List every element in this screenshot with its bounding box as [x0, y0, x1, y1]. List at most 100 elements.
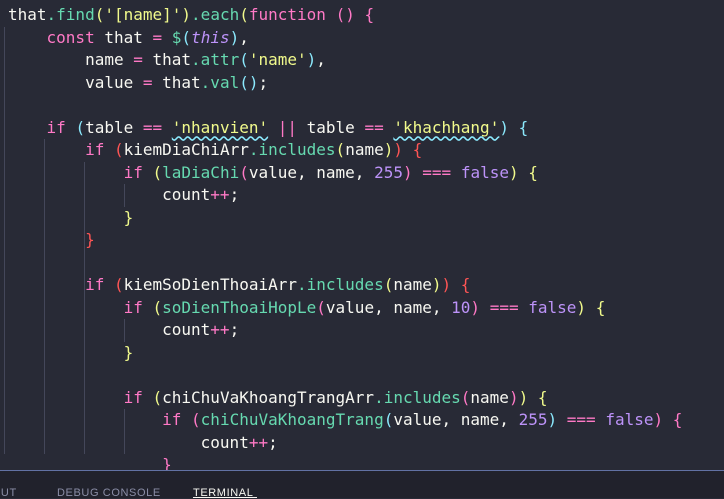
code-token: chiChuVaKhoangTrang: [200, 410, 384, 429]
code-token: (: [75, 117, 86, 137]
code-token: if: [46, 117, 66, 137]
code-token: (: [460, 387, 471, 407]
code-token: 'name': [248, 50, 307, 69]
code-token: =: [152, 27, 163, 47]
code-token: ): [181, 5, 192, 24]
bottom-panel: PUT DEBUG CONSOLE TERMINAL: [0, 470, 724, 499]
code-line: const that = $(this),: [8, 27, 249, 49]
active-tab-indicator: [193, 497, 257, 498]
tab-debug-console[interactable]: DEBUG CONSOLE: [57, 487, 161, 499]
code-line: if (chiChuVaKhoangTrangArr.includes(name…: [8, 387, 548, 409]
code-token: (: [316, 297, 326, 317]
code-token: ): [441, 275, 452, 294]
code-token: ): [470, 297, 481, 317]
code-token: chiChuVaKhoangTrangArr: [162, 387, 375, 407]
code-token: (: [335, 5, 346, 24]
code-token: value: [8, 72, 143, 92]
code-line: if (kiemSoDienThoaiArr.includes(name)) {: [8, 274, 470, 296]
code-token: (: [191, 410, 201, 429]
code-token: .includes: [248, 140, 336, 159]
code-token: }: [162, 455, 172, 470]
code-token: '[name]': [104, 5, 182, 24]
code-token: 255: [374, 162, 403, 182]
code-token: ): [431, 275, 442, 294]
code-token: that: [142, 50, 192, 69]
code-token: .includes: [374, 387, 461, 407]
code-token: ++: [248, 432, 269, 452]
code-line: if (laDiaChi(value, name, 255) === false…: [8, 162, 538, 184]
code-token: (: [383, 410, 394, 429]
code-token: }: [123, 342, 134, 362]
code-line: if (table == 'nhanvien' || table == 'kha…: [8, 117, 529, 139]
code-line: }: [8, 207, 134, 229]
indent-guide: [4, 26, 5, 454]
code-token: value, name,: [325, 297, 452, 317]
code-editor[interactable]: that.find('[name]').each(function () { c…: [0, 0, 724, 470]
code-token: .attr: [191, 50, 240, 69]
code-token: false: [460, 162, 509, 182]
code-token: {: [528, 162, 538, 182]
code-token: table: [297, 117, 365, 137]
code-token: ||: [277, 117, 298, 137]
code-token: {: [364, 5, 375, 24]
code-token: (: [383, 275, 394, 294]
code-token: that: [94, 27, 153, 47]
code-token: ;: [258, 72, 269, 92]
code-token: value, name,: [248, 162, 375, 182]
code-token: (: [335, 140, 346, 159]
code-line: name = that.attr('name'),: [8, 49, 326, 71]
code-line: that.find('[name]').each(function () {: [8, 4, 374, 26]
code-token: 'khachhang': [393, 117, 500, 137]
code-token: ==: [142, 117, 163, 137]
code-token: ==: [364, 117, 384, 137]
code-token: ===: [422, 162, 452, 182]
code-token: if: [162, 410, 182, 429]
code-token: (: [239, 5, 249, 24]
code-token: }: [123, 207, 134, 227]
code-token: count: [8, 432, 249, 452]
code-token: .includes: [297, 275, 384, 294]
code-token: that: [152, 72, 201, 92]
code-token: $: [171, 27, 182, 47]
code-token: soDienThoaiHopLe: [162, 297, 317, 317]
code-token: (: [239, 162, 249, 182]
code-token: ): [547, 410, 558, 429]
code-line: count++;: [8, 319, 239, 341]
code-token: if: [123, 387, 143, 407]
code-token: 10: [451, 297, 471, 317]
code-token: kiemDiaChiArr: [123, 140, 249, 159]
code-token: if: [123, 297, 143, 317]
code-token: count: [8, 185, 211, 204]
code-line: count++;: [8, 432, 278, 454]
code-line: if (kiemDiaChiArr.includes(name)) {: [8, 139, 422, 161]
code-token: false: [528, 297, 577, 317]
tab-output[interactable]: PUT: [0, 487, 17, 499]
code-token: 255: [518, 410, 548, 429]
code-token: function: [248, 5, 326, 24]
code-token: ;: [229, 185, 240, 204]
code-token: {: [672, 410, 683, 429]
code-token: that: [8, 5, 47, 24]
code-token: (: [181, 27, 192, 47]
